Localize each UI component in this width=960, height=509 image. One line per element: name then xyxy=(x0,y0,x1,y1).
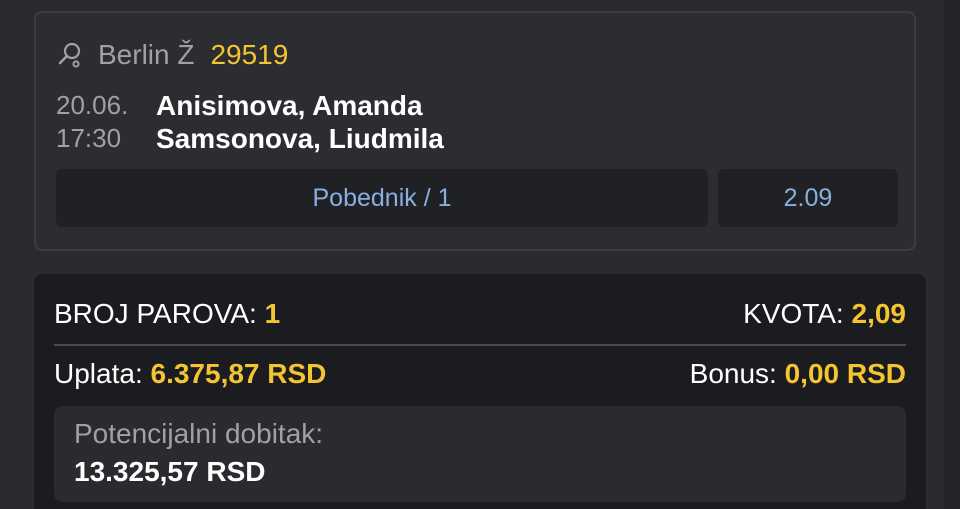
match-date: 20.06. xyxy=(56,90,129,120)
odds-label: KVOTA: xyxy=(743,298,844,329)
market-selection[interactable]: Pobednik / 1 xyxy=(56,169,708,227)
pairs-label: BROJ PAROVA: xyxy=(54,298,257,329)
match-time: 17:30 xyxy=(56,123,122,153)
player-home: Anisimova, Amanda xyxy=(156,90,423,121)
league-name: Berlin Ž xyxy=(98,39,195,70)
ticket-summary: BROJ PAROVA: 1 KVOTA: 2,09 Uplata: 6.375… xyxy=(34,274,926,509)
league-row: Berlin Ž 29519 xyxy=(56,37,288,73)
ticket-page: Berlin Ž 29519 20.06. 17:30 Anisimova, A… xyxy=(0,0,960,509)
total-odds: KVOTA: 2,09 xyxy=(743,298,906,330)
match-players[interactable]: Anisimova, Amanda Samsonova, Liudmila xyxy=(156,89,444,155)
stake-value: 6.375,87 RSD xyxy=(150,358,327,389)
potential-win-value: 13.325,57 RSD xyxy=(74,456,266,487)
stake-label: Uplata: xyxy=(54,358,143,389)
tennis-icon xyxy=(56,41,84,69)
stake: Uplata: 6.375,87 RSD xyxy=(54,358,326,390)
odd-selection[interactable]: 2.09 xyxy=(718,169,898,227)
scroll-edge xyxy=(944,0,960,509)
bonus-label: Bonus: xyxy=(689,358,777,389)
potential-win-box: Potencijalni dobitak: 13.325,57 RSD xyxy=(54,406,906,502)
bonus: Bonus: 0,00 RSD xyxy=(690,358,906,390)
odds-value: 2,09 xyxy=(851,298,907,329)
pairs-odds-row: BROJ PAROVA: 1 KVOTA: 2,09 xyxy=(54,296,906,332)
event-code: 29519 xyxy=(210,39,289,70)
divider xyxy=(54,344,906,346)
match-datetime: 20.06. 17:30 xyxy=(56,89,146,155)
potential-win-label: Potencijalni dobitak: xyxy=(74,418,324,449)
match-card: Berlin Ž 29519 20.06. 17:30 Anisimova, A… xyxy=(34,11,916,251)
bonus-value: 0,00 RSD xyxy=(784,358,906,389)
pairs-value: 1 xyxy=(264,298,281,329)
player-away: Samsonova, Liudmila xyxy=(156,123,444,154)
pairs-count: BROJ PAROVA: 1 xyxy=(54,298,280,330)
stake-bonus-row: Uplata: 6.375,87 RSD Bonus: 0,00 RSD xyxy=(54,356,906,392)
